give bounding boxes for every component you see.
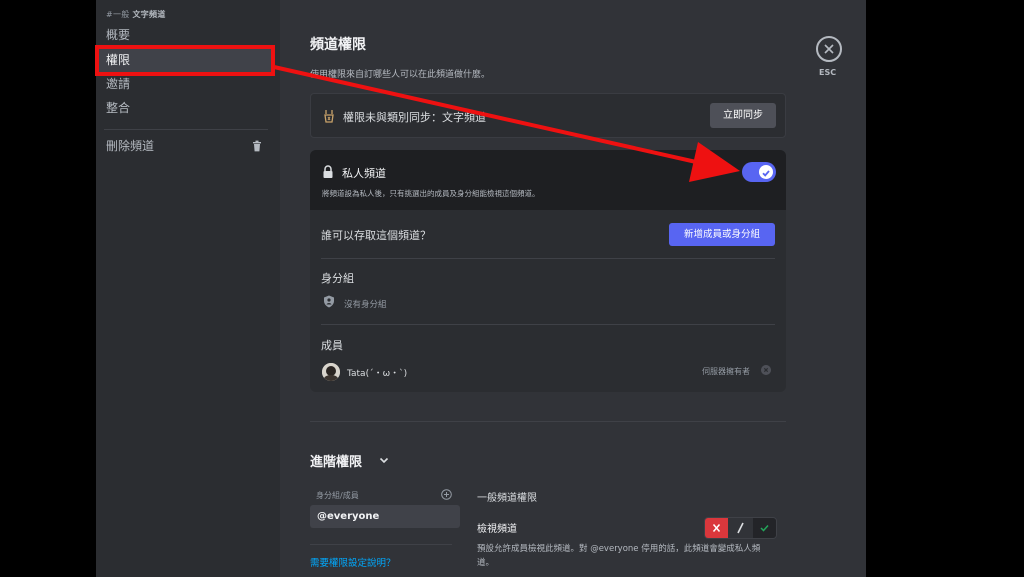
annotation-arrow <box>273 65 740 182</box>
